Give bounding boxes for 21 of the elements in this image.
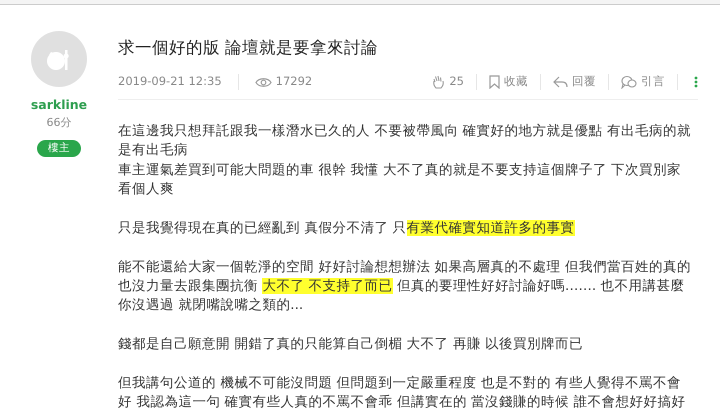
- author-badge: 樓主: [37, 140, 81, 158]
- view-count: 17292: [276, 73, 312, 90]
- like-button[interactable]: 25: [428, 73, 468, 91]
- reply-button[interactable]: 回覆: [549, 73, 600, 91]
- username-link[interactable]: sarkline: [30, 97, 88, 112]
- speech-bubble-icon: [621, 75, 637, 90]
- post-date: 2019-09-21 12:35: [118, 73, 222, 90]
- clap-icon: [432, 75, 446, 90]
- body-paragraph: 但我講句公道的 機械不可能沒問題 但問題到一定嚴重程度 也是不對的 有些人覺得不罵不會好 我認為這一句 確實有些人真的不罵不會乖 但講實在的 當沒錢賺的時候 誰不會想好好搞好: [118, 374, 686, 412]
- body-paragraph: 車主運氣差買到可能大問題的車 很幹 我懂 大不了真的就是不要支持這個牌子了 下次買別家看個人爽: [118, 160, 682, 199]
- more-icon[interactable]: [694, 76, 698, 88]
- user-score: 66分: [46, 115, 72, 131]
- body-paragraph: 錢都是自己願意開 開錯了真的只能算自己倒楣 大不了 再賺 以後買別牌而已: [118, 335, 584, 354]
- body-paragraph: 能不能還給大家一個乾淨的空間 好好討論想想辦法 如果高層真的不處理 但我們當百姓的真的也沒力量去跟集團抗衡 大不了 不支持了而已 但真的要理性好好討論好嗎……. 也不用講甚麼你沒遇過 就閉嘴說嘴之類的...: [118, 258, 692, 316]
- eye-icon: [254, 76, 272, 88]
- reply-arrow-icon: [553, 76, 568, 88]
- quote-button[interactable]: 引言: [617, 73, 669, 91]
- post-title: 求一個好的版 論壇就是要拿來討論: [118, 37, 380, 58]
- body-paragraph: 在這邊我只想拜託跟我一樣潛水已久的人 不要被帶風向 確實好的地方就是優點 有出毛病的就是有出毛病: [118, 122, 692, 160]
- bookmark-icon: [489, 75, 500, 90]
- bookmark-button[interactable]: 收藏: [485, 73, 532, 91]
